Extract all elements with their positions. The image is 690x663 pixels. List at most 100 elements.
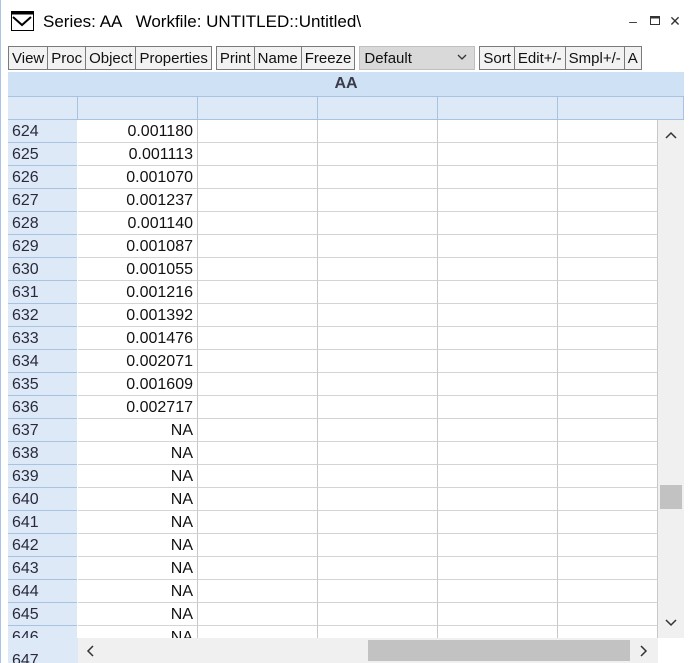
empty-cell[interactable] — [558, 304, 658, 327]
empty-cell[interactable] — [438, 166, 558, 189]
value-cell[interactable]: 0.002071 — [78, 350, 198, 373]
empty-cell[interactable] — [438, 350, 558, 373]
empty-cell[interactable] — [438, 442, 558, 465]
empty-cell[interactable] — [198, 580, 318, 603]
empty-cell[interactable] — [318, 120, 438, 143]
empty-cell[interactable] — [558, 120, 658, 143]
empty-cell[interactable] — [558, 580, 658, 603]
empty-cell[interactable] — [438, 465, 558, 488]
empty-cell[interactable] — [318, 442, 438, 465]
object-button[interactable]: Object — [85, 46, 136, 70]
empty-cell[interactable] — [558, 373, 658, 396]
empty-cell[interactable] — [318, 212, 438, 235]
value-cell[interactable]: 0.001140 — [78, 212, 198, 235]
empty-cell[interactable] — [438, 580, 558, 603]
vertical-scrollbar[interactable] — [658, 120, 684, 638]
value-cell[interactable]: 0.001180 — [78, 120, 198, 143]
value-cell[interactable]: NA — [78, 557, 198, 580]
value-cell[interactable]: NA — [78, 465, 198, 488]
empty-cell[interactable] — [438, 212, 558, 235]
empty-cell[interactable] — [318, 143, 438, 166]
empty-cell[interactable] — [558, 350, 658, 373]
empty-cell[interactable] — [318, 603, 438, 626]
empty-cell[interactable] — [198, 419, 318, 442]
empty-cell[interactable] — [558, 166, 658, 189]
sort-button[interactable]: Sort — [479, 46, 514, 70]
empty-cell[interactable] — [198, 327, 318, 350]
value-cell[interactable]: NA — [78, 603, 198, 626]
empty-cell[interactable] — [438, 327, 558, 350]
empty-cell[interactable] — [318, 557, 438, 580]
chevron-left-icon[interactable] — [84, 644, 98, 658]
maximize-button[interactable] — [646, 12, 664, 30]
empty-cell[interactable] — [318, 626, 438, 638]
empty-cell[interactable] — [198, 465, 318, 488]
empty-cell[interactable] — [558, 235, 658, 258]
value-cell[interactable]: NA — [78, 626, 198, 638]
empty-cell[interactable] — [318, 419, 438, 442]
empty-cell[interactable] — [198, 603, 318, 626]
empty-cell[interactable] — [318, 258, 438, 281]
empty-cell[interactable] — [438, 603, 558, 626]
value-cell[interactable]: NA — [78, 580, 198, 603]
edit-toggle-button[interactable]: Edit+/- — [513, 46, 565, 70]
chevron-right-icon[interactable] — [636, 644, 650, 658]
empty-cell[interactable] — [438, 304, 558, 327]
view-button[interactable]: View — [8, 46, 48, 70]
empty-cell[interactable] — [318, 304, 438, 327]
empty-cell[interactable] — [198, 189, 318, 212]
empty-cell[interactable] — [438, 419, 558, 442]
empty-cell[interactable] — [558, 626, 658, 638]
empty-cell[interactable] — [318, 465, 438, 488]
value-cell[interactable]: 0.001476 — [78, 327, 198, 350]
smpl-toggle-button[interactable]: Smpl+/- — [564, 46, 624, 70]
empty-cell[interactable] — [438, 189, 558, 212]
value-cell[interactable]: 0.001070 — [78, 166, 198, 189]
value-cell[interactable]: NA — [78, 534, 198, 557]
value-cell[interactable]: 0.001609 — [78, 373, 198, 396]
chevron-up-icon[interactable] — [664, 128, 678, 142]
name-button[interactable]: Name — [253, 46, 301, 70]
empty-cell[interactable] — [198, 143, 318, 166]
empty-cell[interactable] — [318, 166, 438, 189]
empty-cell[interactable] — [318, 534, 438, 557]
empty-cell[interactable] — [318, 488, 438, 511]
empty-cell[interactable] — [558, 534, 658, 557]
empty-cell[interactable] — [198, 511, 318, 534]
empty-cell[interactable] — [198, 281, 318, 304]
empty-cell[interactable] — [318, 373, 438, 396]
close-button[interactable]: ✕ — [666, 12, 684, 30]
empty-cell[interactable] — [558, 143, 658, 166]
empty-cell[interactable] — [198, 258, 318, 281]
empty-cell[interactable] — [558, 488, 658, 511]
empty-cell[interactable] — [318, 281, 438, 304]
empty-cell[interactable] — [318, 350, 438, 373]
empty-cell[interactable] — [198, 235, 318, 258]
empty-cell[interactable] — [558, 419, 658, 442]
empty-cell[interactable] — [438, 120, 558, 143]
proc-button[interactable]: Proc — [47, 46, 86, 70]
empty-cell[interactable] — [558, 258, 658, 281]
value-cell[interactable]: NA — [78, 442, 198, 465]
empty-cell[interactable] — [318, 189, 438, 212]
empty-cell[interactable] — [198, 396, 318, 419]
empty-cell[interactable] — [438, 626, 558, 638]
empty-cell[interactable] — [198, 534, 318, 557]
empty-cell[interactable] — [198, 488, 318, 511]
empty-cell[interactable] — [198, 442, 318, 465]
empty-cell[interactable] — [558, 281, 658, 304]
empty-cell[interactable] — [438, 511, 558, 534]
value-cell[interactable]: 0.001216 — [78, 281, 198, 304]
empty-cell[interactable] — [438, 281, 558, 304]
title-bar[interactable]: Series: AA Workfile: UNTITLED::Untitled\… — [1, 0, 690, 44]
empty-cell[interactable] — [198, 626, 318, 638]
empty-cell[interactable] — [198, 557, 318, 580]
horizontal-scroll-thumb[interactable] — [368, 640, 630, 661]
empty-cell[interactable] — [558, 327, 658, 350]
value-cell[interactable]: NA — [78, 488, 198, 511]
minimize-button[interactable]: – — [624, 12, 642, 30]
empty-cell[interactable] — [198, 166, 318, 189]
empty-cell[interactable] — [438, 557, 558, 580]
empty-cell[interactable] — [198, 304, 318, 327]
empty-cell[interactable] — [438, 143, 558, 166]
